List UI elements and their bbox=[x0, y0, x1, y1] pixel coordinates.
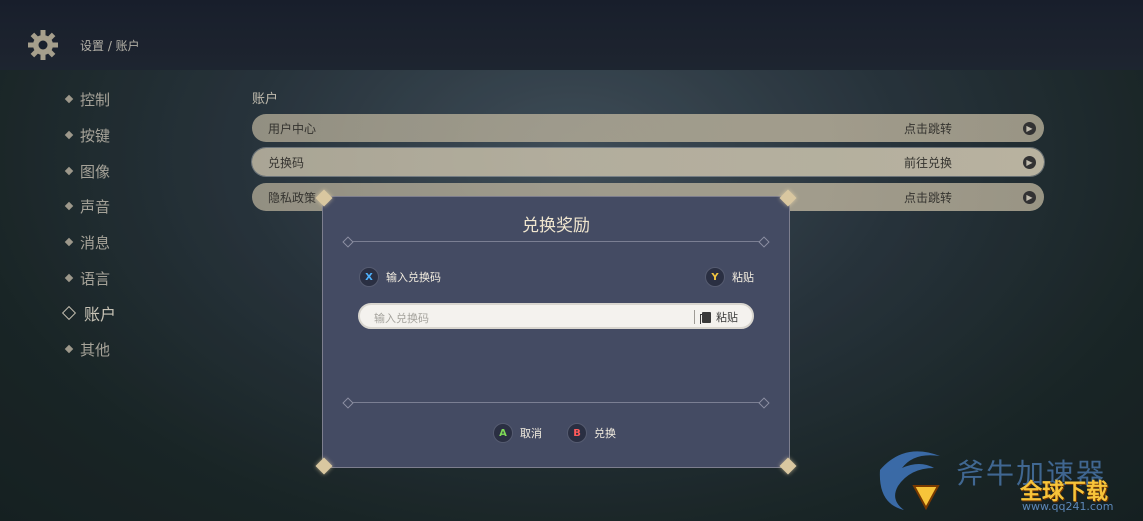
paste-button[interactable]: 粘贴 bbox=[700, 309, 738, 325]
redeem-label: 兑换 bbox=[594, 427, 616, 440]
input-code-hint[interactable]: X 输入兑换码 bbox=[359, 267, 441, 287]
divider-diamond-icon bbox=[342, 236, 354, 248]
redeem-code-input[interactable]: 输入兑换码 粘贴 bbox=[358, 303, 754, 329]
dialog-title: 兑换奖励 bbox=[522, 216, 590, 236]
paste-hint[interactable]: Y 粘贴 bbox=[705, 267, 754, 287]
hint-label: 输入兑换码 bbox=[386, 271, 441, 284]
cancel-label: 取消 bbox=[520, 427, 542, 440]
divider bbox=[342, 236, 770, 248]
input-placeholder: 输入兑换码 bbox=[374, 312, 429, 325]
divider-diamond-icon bbox=[342, 397, 354, 409]
clipboard-icon bbox=[700, 311, 711, 324]
cancel-button[interactable]: A 取消 bbox=[493, 423, 542, 443]
x-button-icon: X bbox=[359, 267, 379, 287]
redeem-button[interactable]: B 兑换 bbox=[567, 423, 616, 443]
divider bbox=[342, 397, 770, 409]
watermark-logo-icon bbox=[879, 451, 940, 511]
watermark-url: www.qq241.com bbox=[1022, 500, 1114, 513]
paste-label: 粘贴 bbox=[716, 311, 738, 324]
input-separator bbox=[694, 310, 695, 324]
redeem-dialog: 兑换奖励 X 输入兑换码 Y 粘贴 输入兑换码 粘贴 A 取消 B 兑换 bbox=[315, 189, 797, 475]
b-button-icon: B bbox=[567, 423, 587, 443]
y-button-icon: Y bbox=[705, 267, 725, 287]
divider-diamond-icon bbox=[758, 397, 770, 409]
hint-label: 粘贴 bbox=[732, 271, 754, 284]
divider-diamond-icon bbox=[758, 236, 770, 248]
a-button-icon: A bbox=[493, 423, 513, 443]
